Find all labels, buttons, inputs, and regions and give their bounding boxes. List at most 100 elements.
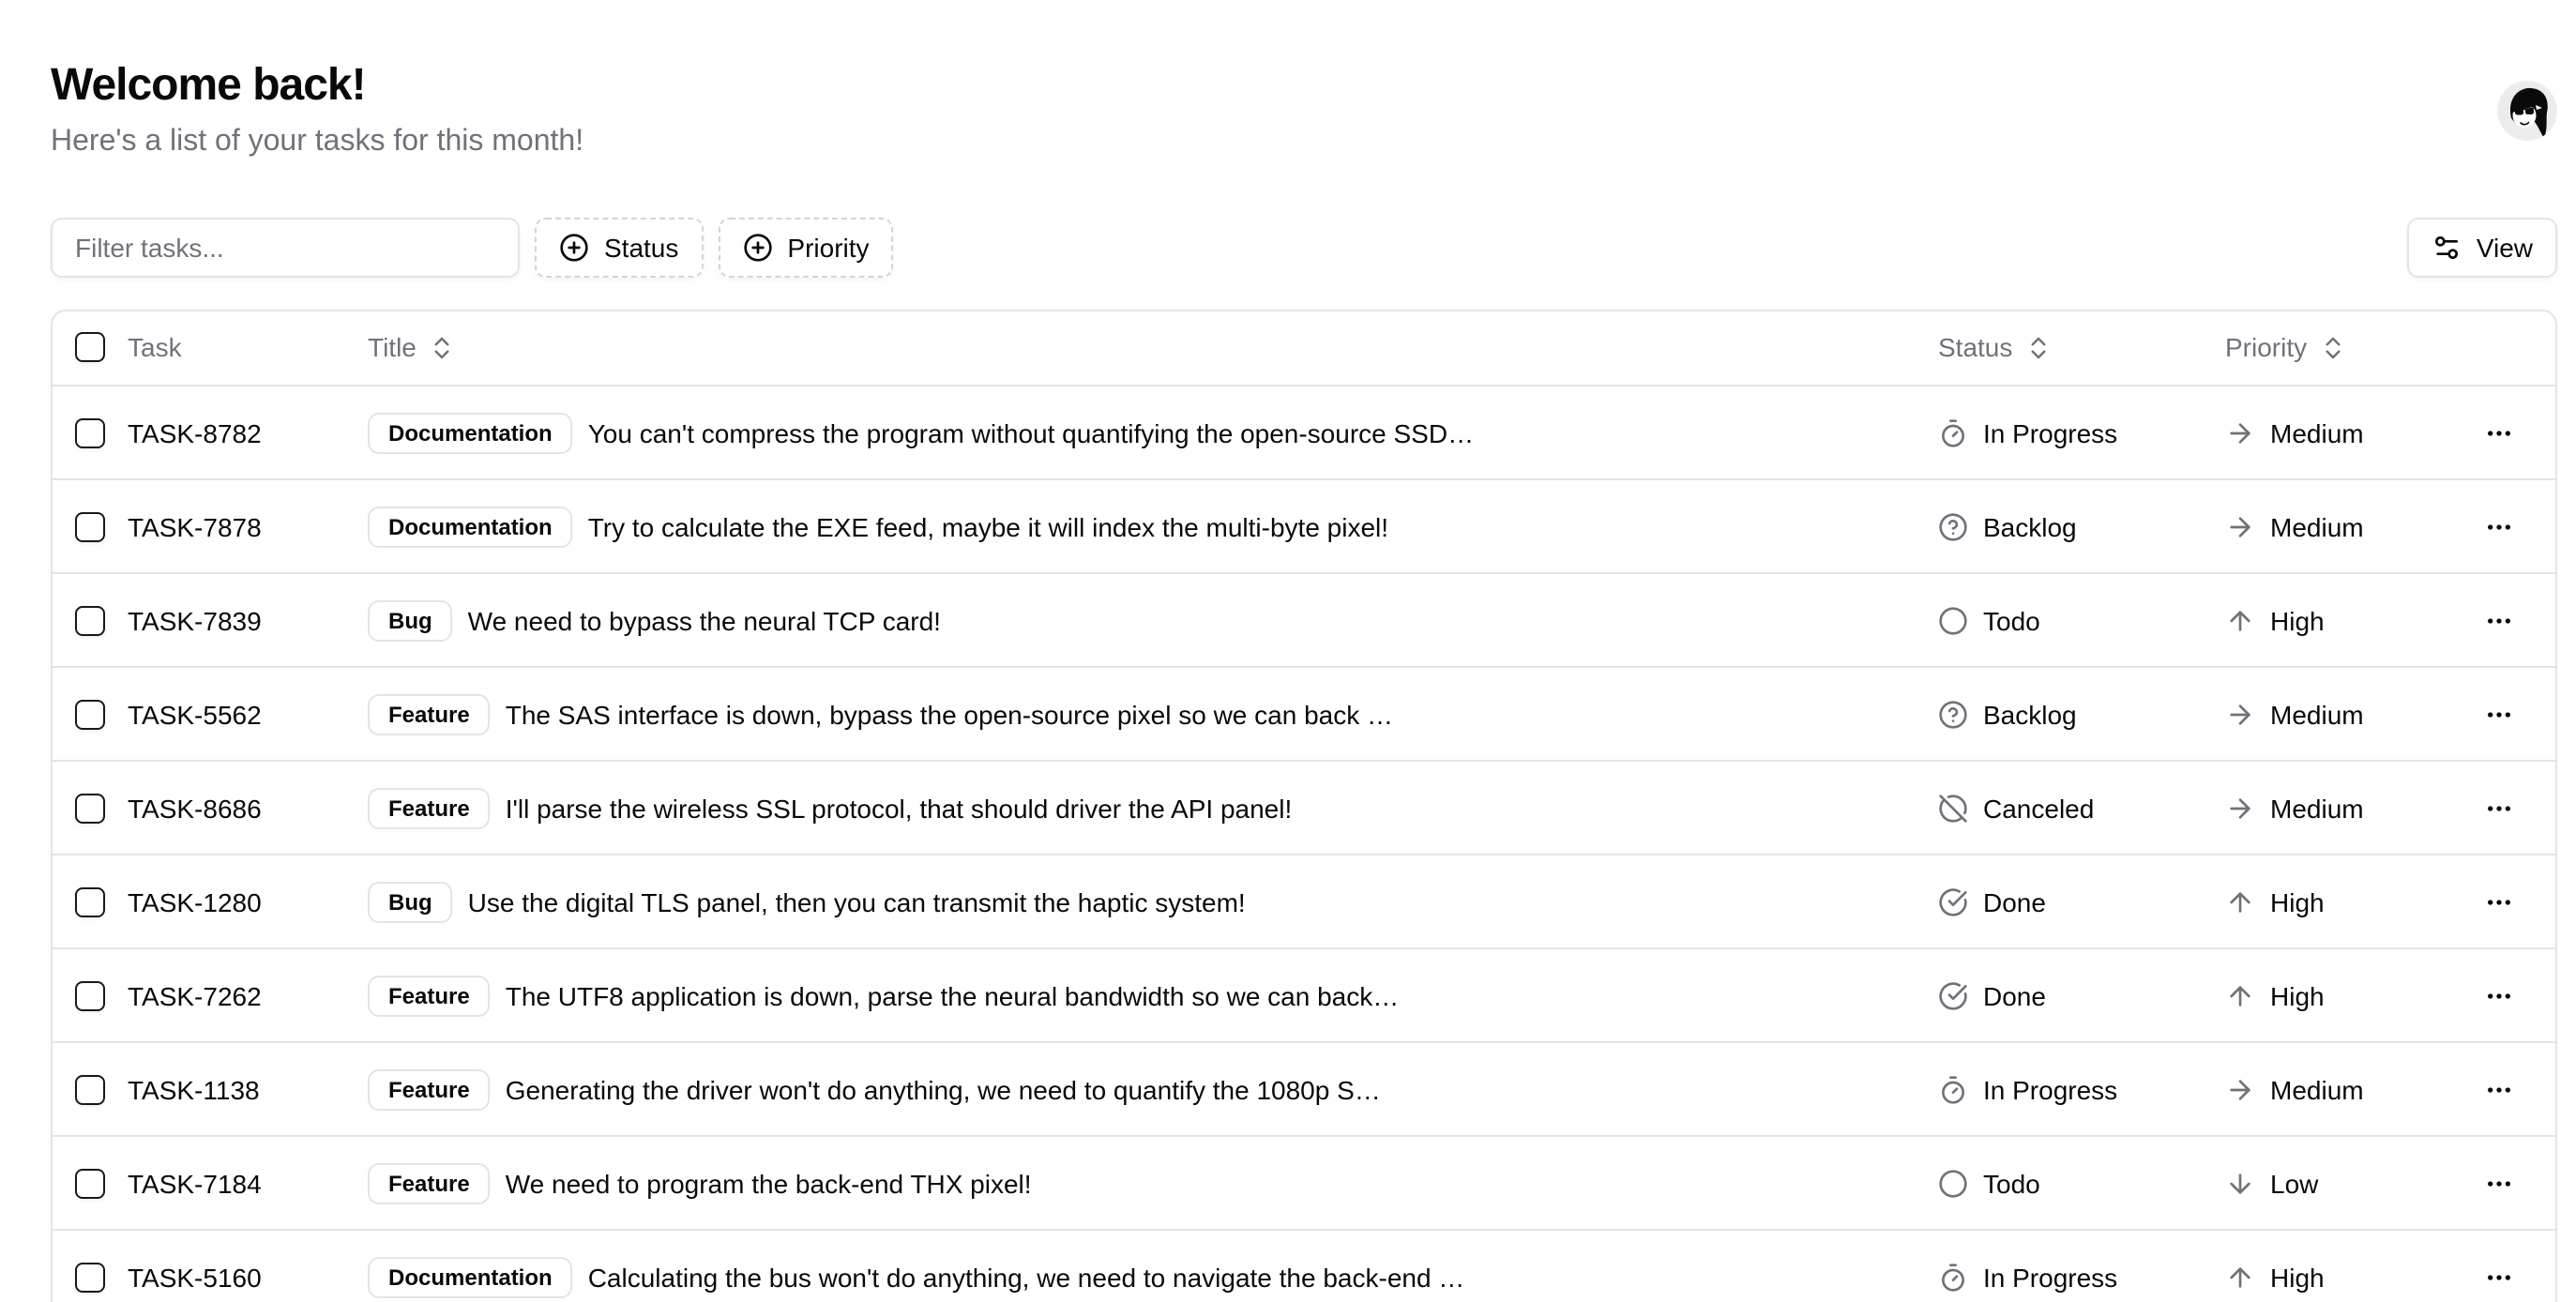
page-heading-group: Welcome back! Here's a list of your task… [51, 56, 583, 164]
chevrons-up-down-icon [428, 334, 456, 362]
task-title: We need to program the back-end THX pixe… [506, 1168, 1032, 1198]
priority-label: High [2270, 1262, 2325, 1292]
ellipsis-icon [2484, 886, 2514, 916]
sort-by-priority-button[interactable]: Priority [2225, 333, 2346, 363]
status-filter-label: Status [604, 232, 678, 262]
circle-off-icon [1938, 793, 1968, 823]
select-row-checkbox[interactable] [75, 980, 105, 1010]
circle-help-icon [1938, 699, 1968, 729]
priority-label: High [2270, 886, 2325, 916]
ellipsis-icon [2484, 417, 2514, 447]
task-id: TASK-7184 [128, 1168, 262, 1198]
sort-by-title-button[interactable]: Title [368, 333, 456, 363]
arrow-up-icon [2225, 886, 2255, 916]
task-id: TASK-7839 [128, 605, 262, 635]
timer-icon [1938, 417, 1968, 447]
status-label: Canceled [1983, 793, 2094, 823]
select-row-checkbox[interactable] [75, 1168, 105, 1198]
select-row-checkbox[interactable] [75, 886, 105, 916]
column-header-status: Status [1938, 333, 2012, 363]
task-type-badge: Feature [368, 693, 491, 734]
app-viewport: Welcome back! Here's a list of your task… [0, 0, 2576, 1302]
task-title: I'll parse the wireless SSL protocol, th… [506, 793, 1293, 823]
task-type-badge: Documentation [368, 1256, 573, 1297]
timer-icon [1938, 1262, 1968, 1292]
task-title: We need to bypass the neural TCP card! [468, 605, 941, 635]
status-filter-button[interactable]: Status [535, 217, 703, 277]
select-row-checkbox[interactable] [75, 605, 105, 635]
row-actions-button[interactable] [2469, 496, 2529, 556]
status-label: Todo [1983, 605, 2040, 635]
task-id: TASK-8686 [128, 793, 262, 823]
sort-by-status-button[interactable]: Status [1938, 333, 2052, 363]
page-title: Welcome back! [51, 56, 583, 114]
view-button[interactable]: View [2407, 217, 2557, 277]
select-row-checkbox[interactable] [75, 793, 105, 823]
view-options-icon [2432, 232, 2462, 262]
status-label: In Progress [1983, 417, 2117, 447]
arrow-right-icon [2225, 511, 2255, 541]
task-id: TASK-1138 [128, 1074, 260, 1104]
table-header-row: Task Title Status [53, 310, 2557, 386]
task-type-badge: Feature [368, 787, 491, 828]
select-row-checkbox[interactable] [75, 1074, 105, 1104]
task-title: The SAS interface is down, bypass the op… [506, 699, 1393, 729]
table-row: TASK-1280 Bug Use the digital TLS panel,… [53, 855, 2557, 948]
status-label: Todo [1983, 1168, 2040, 1198]
ellipsis-icon [2484, 1262, 2514, 1292]
priority-label: Medium [2270, 793, 2364, 823]
task-type-badge: Documentation [368, 412, 573, 453]
row-actions-button[interactable] [2469, 402, 2529, 462]
ellipsis-icon [2484, 605, 2514, 635]
select-row-checkbox[interactable] [75, 511, 105, 541]
row-actions-button[interactable] [2469, 590, 2529, 650]
arrow-right-icon [2225, 1074, 2255, 1104]
select-row-checkbox[interactable] [75, 417, 105, 447]
table-row: TASK-5160 Documentation Calculating the … [53, 1230, 2557, 1302]
row-actions-button[interactable] [2469, 871, 2529, 931]
column-header-title: Title [368, 333, 417, 363]
task-type-badge: Bug [368, 599, 453, 641]
arrow-right-icon [2225, 699, 2255, 729]
arrow-right-icon [2225, 793, 2255, 823]
circle-help-icon [1938, 511, 1968, 541]
page-subtitle: Here's a list of your tasks for this mon… [51, 122, 583, 164]
timer-icon [1938, 1074, 1968, 1104]
view-button-label: View [2477, 232, 2533, 262]
row-actions-button[interactable] [2469, 684, 2529, 744]
select-row-checkbox[interactable] [75, 699, 105, 729]
status-label: In Progress [1983, 1262, 2117, 1292]
task-id: TASK-8782 [128, 417, 262, 447]
table-toolbar: Status Priority View [51, 217, 2557, 277]
row-actions-button[interactable] [2469, 1247, 2529, 1302]
status-label: Done [1983, 980, 2046, 1010]
task-id: TASK-7262 [128, 980, 262, 1010]
table-row: TASK-7262 Feature The UTF8 application i… [53, 948, 2557, 1042]
row-actions-button[interactable] [2469, 1153, 2529, 1213]
task-id: TASK-7878 [128, 511, 262, 541]
priority-label: Medium [2270, 511, 2364, 541]
arrow-up-icon [2225, 980, 2255, 1010]
row-actions-button[interactable] [2469, 1059, 2529, 1119]
user-avatar[interactable] [2497, 81, 2557, 141]
select-all-checkbox[interactable] [75, 333, 105, 363]
status-label: Done [1983, 886, 2046, 916]
row-actions-button[interactable] [2469, 778, 2529, 838]
filter-tasks-input[interactable] [51, 217, 520, 277]
row-actions-button[interactable] [2469, 965, 2529, 1025]
task-title: Calculating the bus won't do anything, w… [588, 1262, 1465, 1292]
table-row: TASK-8686 Feature I'll parse the wireles… [53, 761, 2557, 855]
select-row-checkbox[interactable] [75, 1262, 105, 1292]
task-title: Use the digital TLS panel, then you can … [468, 886, 1246, 916]
tasks-table-card: Task Title Status [51, 309, 2557, 1302]
priority-label: Medium [2270, 1074, 2364, 1104]
table-row: TASK-8782 Documentation You can't compre… [53, 386, 2557, 479]
circle-icon [1938, 1168, 1968, 1198]
arrow-up-icon [2225, 1262, 2255, 1292]
priority-filter-button[interactable]: Priority [718, 217, 893, 277]
table-row: TASK-1138 Feature Generating the driver … [53, 1042, 2557, 1136]
table-row: TASK-7878 Documentation Try to calculate… [53, 479, 2557, 573]
task-title: You can't compress the program without q… [588, 417, 1474, 447]
arrow-up-icon [2225, 605, 2255, 635]
arrow-right-icon [2225, 417, 2255, 447]
